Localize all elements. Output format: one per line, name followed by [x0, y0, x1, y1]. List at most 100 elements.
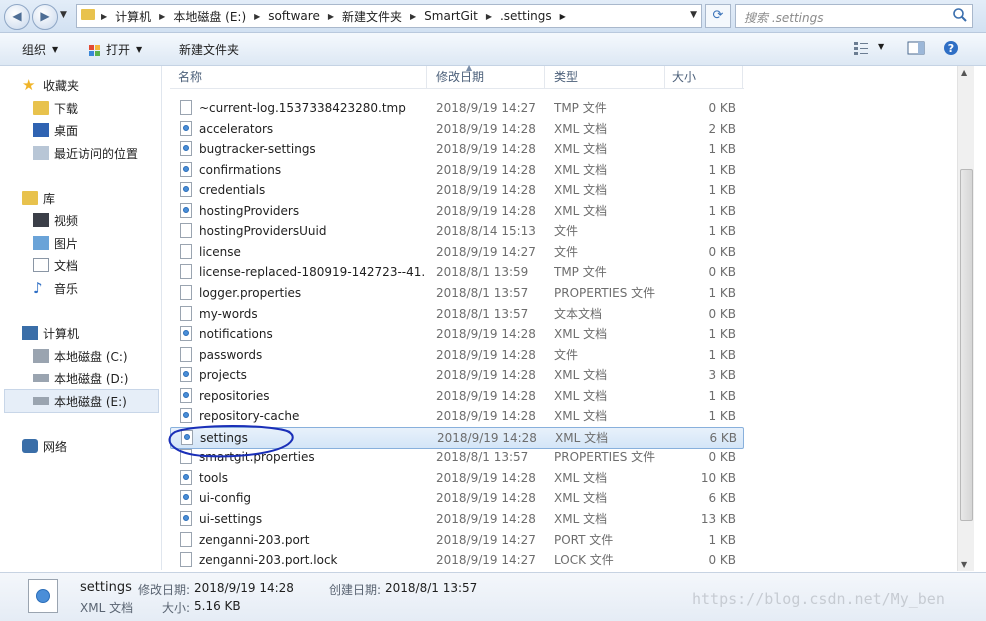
view-options-icon[interactable] — [853, 40, 869, 56]
sidebar-item-network[interactable]: 网络 — [22, 435, 67, 457]
sidebar-item-documents[interactable]: 文档 — [33, 254, 78, 276]
column-header-date[interactable]: 修改日期 — [428, 66, 545, 88]
file-row[interactable]: settings 2018/9/19 14:28 XML 文档 6 KB — [170, 426, 744, 449]
address-bar: ◀ ▶ ▼ ▶ 计算机 ▶ 本地磁盘 (E:) ▶ software ▶ 新建文件夹 ▶ Smar… — [0, 0, 986, 33]
sidebar-item-recent-places[interactable]: 最近访问的位置 — [33, 142, 138, 164]
breadcrumb-item[interactable]: ▶ 计算机 — [101, 8, 151, 25]
details-size-value: 5.16 KB — [194, 599, 241, 613]
breadcrumb-item[interactable]: ▶ software — [254, 9, 320, 23]
file-row[interactable]: hostingProvidersUuid 2018/8/14 15:13 文件 1 K… — [170, 221, 742, 241]
breadcrumb-item[interactable]: ▶ .settings — [486, 9, 552, 23]
view-dropdown-icon[interactable]: ▼ — [878, 42, 884, 51]
star-icon: ★ — [22, 76, 36, 94]
file-row[interactable]: confirmations 2018/9/19 14:28 XML 文档 1 KB — [170, 160, 742, 180]
open-button[interactable]: 打开 ▼ — [88, 41, 142, 58]
file-date: 2018/9/19 14:28 — [436, 327, 536, 342]
sidebar-item-label: 收藏夹 — [43, 78, 80, 93]
file-date: 2018/9/19 14:27 — [436, 553, 536, 568]
column-header-size[interactable]: 大小 — [664, 66, 743, 88]
chevron-right-icon[interactable]: ▶ — [101, 12, 107, 21]
file-row[interactable]: tools 2018/9/19 14:28 XML 文档 10 KB — [170, 468, 742, 488]
search-box[interactable]: 搜索 .settings — [735, 4, 973, 28]
xml-file-icon — [180, 202, 192, 218]
sidebar-item-music[interactable]: ♪ 音乐 — [33, 277, 78, 299]
file-date: 2018/8/1 13:59 — [436, 265, 529, 280]
sidebar-item-videos[interactable]: 视频 — [33, 209, 78, 231]
vertical-scrollbar[interactable]: ▲ ▼ — [957, 66, 974, 571]
file-name: notifications — [199, 327, 273, 342]
breadcrumb-item[interactable]: ▶ SmartGit — [410, 9, 478, 23]
back-button[interactable]: ◀ — [4, 4, 30, 30]
file-row[interactable]: projects 2018/9/19 14:28 XML 文档 3 KB — [170, 365, 742, 385]
file-icon — [180, 305, 192, 321]
file-row[interactable]: logger.properties 2018/8/1 13:57 PROPERTIE… — [170, 283, 742, 303]
desktop-icon — [33, 123, 49, 137]
file-row[interactable]: repositories 2018/9/19 14:28 XML 文档 1 KB — [170, 386, 742, 406]
chevron-right-icon[interactable]: ▶ — [254, 12, 260, 21]
refresh-button[interactable]: ⟳ — [705, 4, 731, 28]
file-size: 0 KB — [708, 553, 736, 568]
chevron-right-icon[interactable]: ▶ — [328, 12, 334, 21]
recent-pages-dropdown-icon[interactable]: ▼ — [60, 10, 67, 20]
file-row[interactable]: bugtracker-settings 2018/9/19 14:28 XML 文档… — [170, 139, 742, 159]
svg-text:?: ? — [948, 42, 954, 55]
file-row[interactable]: license-replaced-180919-142723--41... 201… — [170, 262, 742, 282]
chevron-right-icon[interactable]: ▶ — [410, 12, 416, 21]
file-type: XML 文档 — [554, 470, 608, 485]
file-type: XML 文档 — [555, 430, 609, 445]
breadcrumb-item[interactable]: ▶ 本地磁盘 (E:) — [159, 8, 246, 25]
breadcrumb-item[interactable]: ▶ 新建文件夹 — [328, 8, 402, 25]
scrollbar-thumb[interactable] — [960, 169, 973, 521]
file-row[interactable]: credentials 2018/9/19 14:28 XML 文档 1 KB — [170, 180, 742, 200]
file-name: repository-cache — [199, 409, 300, 424]
column-header-name[interactable]: 名称 — [170, 66, 427, 88]
scroll-up-icon[interactable]: ▲ — [961, 68, 967, 77]
file-row[interactable]: my-words 2018/8/1 13:57 文本文档 0 KB — [170, 304, 742, 324]
file-row[interactable]: passwords 2018/9/19 14:28 文件 1 KB — [170, 345, 742, 365]
help-icon[interactable]: ? — [943, 40, 959, 56]
file-date: 2018/8/1 13:57 — [436, 306, 529, 321]
file-row[interactable]: zenganni-203.port 2018/9/19 14:27 PORT 文件 1… — [170, 530, 742, 550]
sidebar-item-drive-c[interactable]: 本地磁盘 (C:) — [33, 345, 128, 367]
sidebar-item-drive-e[interactable]: 本地磁盘 (E:) — [4, 389, 159, 413]
search-icon[interactable] — [952, 7, 968, 23]
breadcrumb[interactable]: ▶ 计算机 ▶ 本地磁盘 (E:) ▶ software ▶ 新建文件夹 ▶ SmartGit ▶.… — [76, 4, 702, 28]
forward-button[interactable]: ▶ — [32, 4, 58, 30]
sidebar-item-drive-d[interactable]: 本地磁盘 (D:) — [33, 367, 128, 389]
file-row[interactable]: ui-config 2018/9/19 14:28 XML 文档 6 KB — [170, 488, 742, 508]
sidebar-item-favorites[interactable]: ★ 收藏夹 — [22, 74, 79, 96]
column-header-type[interactable]: 类型 — [546, 66, 665, 88]
file-row[interactable]: smartgit.properties 2018/8/1 13:57 PROPERT… — [170, 447, 742, 467]
sidebar-item-pictures[interactable]: 图片 — [33, 232, 78, 254]
scroll-down-icon[interactable]: ▼ — [961, 560, 967, 569]
search-input[interactable]: 搜索 .settings — [744, 9, 823, 26]
sidebar-item-libraries[interactable]: 库 — [22, 187, 55, 209]
file-row[interactable]: ~current-log.1537338423280.tmp 2018/9/19 … — [170, 98, 742, 118]
file-date: 2018/8/1 13:57 — [436, 285, 529, 300]
file-row[interactable]: hostingProviders 2018/9/19 14:28 XML 文档 1 K… — [170, 201, 742, 221]
file-row[interactable]: notifications 2018/9/19 14:28 XML 文档 1 KB — [170, 324, 742, 344]
preview-pane-icon[interactable] — [907, 40, 925, 56]
sidebar-item-desktop[interactable]: 桌面 — [33, 119, 78, 141]
sidebar-item-downloads[interactable]: 下载 — [33, 97, 78, 119]
file-type: 文件 — [554, 347, 579, 362]
file-name: ui-settings — [199, 512, 263, 526]
chevron-right-icon[interactable]: ▶ — [486, 12, 492, 21]
file-row[interactable]: ui-settings 2018/9/19 14:28 XML 文档 13 KB — [170, 509, 742, 529]
file-row[interactable]: license 2018/9/19 14:27 文件 0 KB — [170, 242, 742, 262]
new-folder-button[interactable]: 新建文件夹 — [179, 41, 239, 58]
file-name: projects — [199, 368, 247, 383]
file-row[interactable]: repository-cache 2018/9/19 14:28 XML 文档 1 K… — [170, 406, 742, 426]
organize-button[interactable]: 组织 ▼ — [22, 41, 58, 58]
sidebar-item-computer[interactable]: 计算机 — [22, 322, 79, 344]
file-row[interactable]: zenganni-203.port.lock 2018/9/19 14:27 LOC… — [170, 550, 742, 570]
address-history-dropdown-icon[interactable]: ▼ — [690, 10, 697, 20]
file-type: XML 文档 — [554, 388, 608, 403]
chevron-right-icon[interactable]: ▶ — [159, 12, 165, 21]
chevron-right-icon[interactable]: ▶ — [560, 12, 566, 21]
file-size: 1 KB — [708, 224, 736, 239]
file-row[interactable]: accelerators 2018/9/19 14:28 XML 文档 2 KB — [170, 119, 742, 139]
breadcrumb-label: .settings — [499, 9, 552, 23]
xml-file-icon — [180, 161, 192, 177]
file-date: 2018/9/19 14:28 — [436, 409, 536, 424]
